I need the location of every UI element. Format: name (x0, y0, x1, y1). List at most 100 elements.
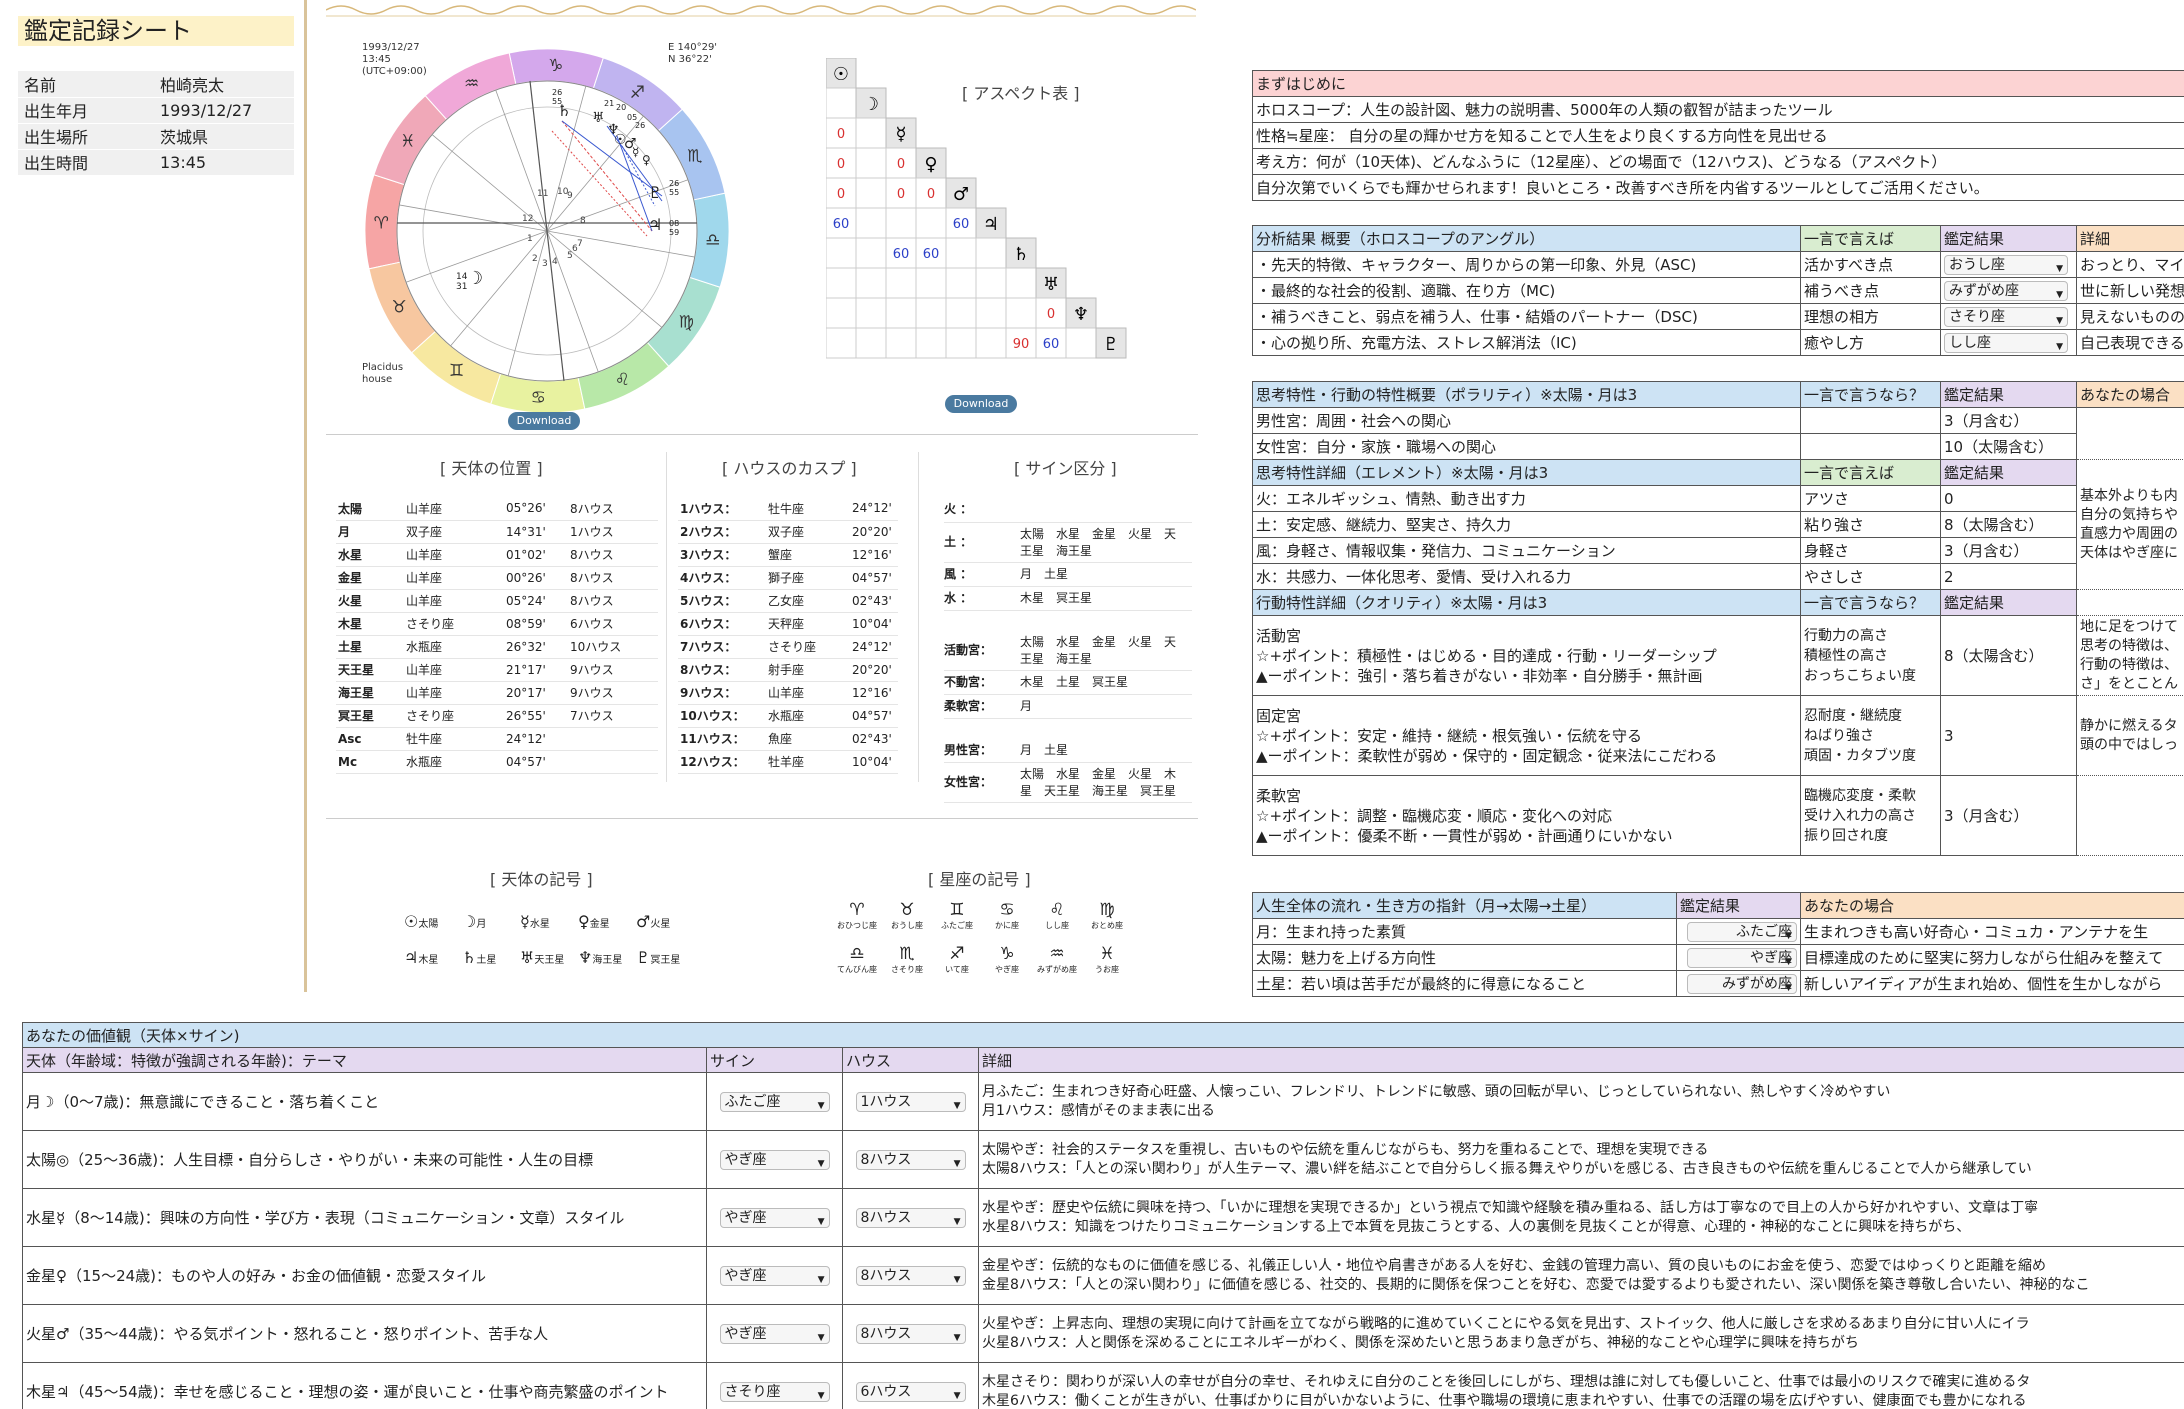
zodiac-sign-icon: ♉ (391, 297, 406, 317)
intro-row: 性格≒星座： 自分の星の輝かせ方を知ることで人生をより良くする方向性を見出せる (1252, 122, 2184, 149)
aspect-cell (945, 267, 977, 299)
profile-row: 名前 柏崎亮太 (18, 71, 294, 98)
aspect-cell (915, 207, 947, 239)
sign-symbol-icon: ♍ (1099, 900, 1115, 920)
aspect-cell (975, 267, 1007, 299)
intro-header: まずはじめに (1252, 70, 2184, 97)
planet-symbol-item: ♆海王星 (578, 948, 636, 984)
aspect-cell (855, 237, 887, 269)
aspect-cell (975, 297, 1007, 329)
aspect-value: 60 (893, 247, 910, 262)
intro-row: 考え方：何が（10天体)、どんなふうに（12星座）、どの場面で（12ハウス)、ど… (1252, 148, 2184, 175)
sign-symbol-item: ♑ やぎ座 (982, 944, 1032, 984)
sign-symbol-icon: ♐ (949, 944, 965, 964)
sign-symbol-icon: ♋ (999, 900, 1015, 920)
result-select[interactable]: さそり座 (1944, 306, 2068, 329)
house-select[interactable]: 1ハウス (855, 1091, 966, 1115)
planet-symbol-label: 冥王星 (650, 955, 681, 966)
zodiac-sign-icon: ♏ (687, 147, 702, 167)
planet-symbol-label: 天王星 (534, 955, 565, 966)
life-flow-table: 人生全体の流れ・生き方の指針（月→太陽→土星） 鑑定結果 あなたの場合 月：生ま… (1252, 892, 2184, 997)
sign-symbol-icon: ♌ (1049, 900, 1065, 920)
planet-row: 水星 山羊座 01°02' 8ハウス (336, 543, 658, 567)
svg-text:26: 26 (552, 88, 562, 97)
values-row: 木星♃（45〜54歳)：幸せを感じること・理想の姿・運が良いこと・仕事や商売繁盛… (22, 1362, 2184, 1409)
svg-text:55: 55 (552, 97, 562, 106)
result-select[interactable]: みずがめ座 (1944, 280, 2068, 303)
planet-row: Mc 水瓶座 04°57' (336, 750, 658, 774)
planet-symbol-label: 金星 (589, 919, 610, 930)
planet-row: 海王星 山羊座 20°17' 9ハウス (336, 681, 658, 705)
planet-row: 木星 さそり座 08°59' 6ハウス (336, 612, 658, 636)
planet-symbol-icon: ☽ (462, 912, 477, 931)
profile-key: 名前 (18, 71, 154, 98)
cusp-row: 6ハウス： 天秤座 10°04' (678, 612, 898, 636)
aspect-download-button[interactable]: Download (945, 395, 1017, 413)
zodiac-sign-icon: ♍ (679, 312, 694, 332)
sign-symbol-icon: ♊ (949, 900, 965, 920)
aspect-planet-icon: ☿ (895, 124, 906, 145)
house-select[interactable]: 8ハウス (855, 1149, 966, 1173)
sign-select[interactable]: やぎ座 (719, 1265, 830, 1289)
result-select[interactable]: しし座 (1944, 332, 2068, 355)
house-select[interactable]: 8ハウス (855, 1323, 966, 1347)
polarity-table: 思考特性・行動の特性概要（ポラリティ）※太陽・月は3 一言で言うなら？ 鑑定結果… (1252, 381, 2184, 856)
aspect-cell (1005, 267, 1037, 299)
svg-text:6: 6 (572, 244, 578, 254)
sign-symbol-label: おとめ座 (1091, 921, 1123, 930)
result-select[interactable]: ふたご座 (1687, 921, 1797, 944)
sign-symbol-label: しし座 (1045, 921, 1069, 930)
result-select[interactable]: おうし座 (1944, 254, 2068, 277)
aspect-value: 60 (923, 247, 940, 262)
planet-symbol-icon: ♃ (404, 948, 419, 967)
intro-row: 自分次第でいくらでも輝かせられます！良いところ・改善すべき所を内省するツールとし… (1252, 174, 2184, 201)
aspect-value: 0 (897, 187, 905, 202)
aspect-cell (855, 207, 887, 239)
aspect-value: 90 (1013, 337, 1030, 352)
planet-symbol-item: ♅天王星 (520, 948, 578, 984)
result-select[interactable]: みずがめ座 (1687, 973, 1797, 996)
house-select[interactable]: 8ハウス (855, 1265, 966, 1289)
svg-text:2: 2 (532, 254, 538, 264)
sign-select[interactable]: さそり座 (719, 1381, 830, 1405)
planet-symbols-legend: ☉太陽 ☽月 ☿水星 ♀金星 ♂火星♃木星 ♄土星 ♅天王星 ♆海王星 ♇冥王星 (404, 912, 694, 984)
aspect-planet-icon: ☉ (833, 64, 849, 85)
aspect-value: 0 (927, 187, 935, 202)
house-select[interactable]: 6ハウス (855, 1381, 966, 1405)
planet-symbol-icon: ♂ (636, 912, 651, 931)
sign-symbols-legend: ♈ おひつじ座 ♉ おうし座 ♊ ふたご座 ♋ かに座 ♌ しし座 ♍ おとめ座 ♎ てんびん座 ♏ さそり座… (832, 900, 1142, 988)
zodiac-sign-icon: ♈ (374, 213, 389, 233)
sign-select[interactable]: やぎ座 (719, 1149, 830, 1173)
sign-symbol-label: やぎ座 (995, 965, 1019, 974)
sign-select[interactable]: ふたご座 (719, 1091, 830, 1115)
cusp-row: 5ハウス： 乙女座 02°43' (678, 589, 898, 613)
divider (326, 434, 1198, 435)
cusp-row: 2ハウス： 双子座 20°20' (678, 520, 898, 544)
sign-divisions: 火 ： 土 ：太陽 水星 金星 火星 天王星 海王星 風 ：月 土星 水 ：木星… (944, 497, 1192, 803)
svg-text:14: 14 (456, 272, 468, 282)
planet-symbol-item: ♃木星 (404, 948, 462, 984)
quality-row: 固定宮 ☆+ポイント：安定・維持・継続・根気強い・伝統を守る ▲ーポイント：柔軟性が… (1252, 695, 2184, 776)
chart-download-button[interactable]: Download (508, 412, 580, 430)
sign-select[interactable]: やぎ座 (719, 1207, 830, 1231)
house-select[interactable]: 8ハウス (855, 1207, 966, 1231)
aspect-value: 0 (897, 157, 905, 172)
divider (666, 452, 667, 782)
svg-text:12: 12 (522, 214, 533, 224)
sign-symbol-item: ♈ おひつじ座 (832, 900, 882, 940)
divider (918, 452, 919, 782)
result-select[interactable]: やぎ座 (1687, 947, 1797, 970)
profile-key: 出生場所 (18, 123, 154, 150)
aspect-value: 0 (1047, 307, 1055, 322)
zodiac-sign-icon: ♓ (400, 132, 415, 152)
planet-row: 月双子座 14°31' 1ハウス (336, 520, 658, 544)
sign-select[interactable]: やぎ座 (719, 1323, 830, 1347)
aspect-cell (885, 207, 917, 239)
aspect-cell (915, 267, 947, 299)
aspect-value: 0 (837, 127, 845, 142)
zodiac-sign-icon: ♊ (449, 361, 464, 381)
sign-symbol-icon: ♒ (1049, 944, 1065, 964)
cusp-row: 7ハウス： さそり座 24°12' (678, 635, 898, 659)
planet-symbol-item: ☿水星 (520, 912, 578, 948)
svg-text:8: 8 (580, 216, 586, 226)
